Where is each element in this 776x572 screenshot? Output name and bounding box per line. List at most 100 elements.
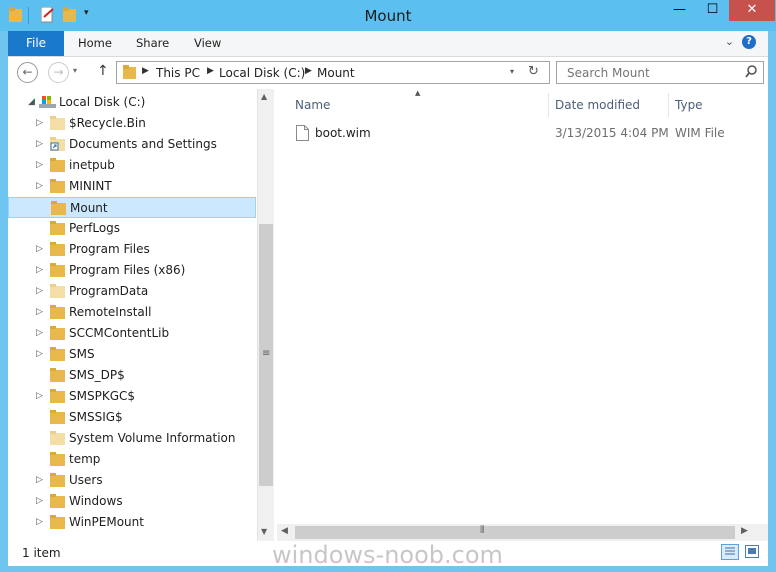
h-scroll-thumb[interactable]	[295, 526, 735, 539]
address-bar-row: ← → ▾ ↑ ▶ This PC ▶ Local Disk (C:) ▶ Mo…	[8, 57, 768, 89]
tree-item-label: SCCMContentLib	[69, 326, 170, 340]
tab-file[interactable]: File	[8, 31, 64, 56]
folder-icon	[50, 347, 66, 361]
scroll-down-icon[interactable]: ▼	[261, 527, 267, 536]
expand-arrow-icon[interactable]: ▷	[36, 470, 44, 491]
tree-item[interactable]: ▷ Windows	[8, 491, 256, 512]
title-bar[interactable]: ▾ Mount — ☐ ✕	[0, 0, 776, 31]
grip-icon: ≡	[262, 348, 271, 359]
breadcrumb-separator-icon[interactable]: ▶	[305, 66, 312, 76]
tree-item[interactable]: temp	[8, 449, 256, 470]
tree-item-label: System Volume Information	[69, 431, 236, 445]
expand-arrow-icon[interactable]: ▷	[36, 176, 44, 197]
expand-arrow-icon[interactable]: ▷	[36, 155, 44, 176]
close-button[interactable]: ✕	[729, 0, 775, 21]
chevron-down-icon[interactable]: ⌄	[725, 35, 734, 48]
breadcrumb-mount[interactable]: Mount	[317, 66, 355, 80]
tree-item[interactable]: ▷ Program Files (x86)	[8, 260, 256, 281]
folder-pale-icon	[50, 431, 66, 445]
folder-icon	[50, 158, 66, 172]
folder-icon	[50, 305, 66, 319]
expand-arrow-icon[interactable]: ▷	[36, 281, 44, 302]
column-separator[interactable]	[548, 93, 549, 117]
tree-item[interactable]: ▷ Users	[8, 470, 256, 491]
forward-button[interactable]: →	[48, 62, 69, 83]
breadcrumb-separator-icon[interactable]: ▶	[207, 66, 214, 76]
tree-item[interactable]: PerfLogs	[8, 218, 256, 239]
breadcrumb-this-pc[interactable]: This PC	[156, 66, 200, 80]
tree-item[interactable]: ▷ SMS	[8, 344, 256, 365]
horizontal-scrollbar[interactable]: ◀ ⦀ ▶	[277, 524, 768, 541]
expand-arrow-icon[interactable]: ▷	[36, 344, 44, 365]
folder-icon	[50, 452, 66, 466]
tab-view[interactable]: View	[194, 36, 221, 50]
tree-item-label: Program Files (x86)	[69, 263, 186, 277]
expand-arrow-icon[interactable]: ▷	[36, 260, 44, 281]
tree-item[interactable]: ▷ inetpub	[8, 155, 256, 176]
search-input[interactable]	[565, 65, 739, 81]
address-dropdown-icon[interactable]: ▾	[510, 67, 514, 76]
tab-home[interactable]: Home	[78, 36, 112, 50]
navigation-pane[interactable]: ◢ Local Disk (C:) ▷ $Recycle.Bin ▷ Document…	[8, 89, 257, 541]
tree-item[interactable]: ▷ MININT	[8, 176, 256, 197]
tree-item[interactable]: ▷ ProgramData	[8, 281, 256, 302]
collapse-arrow-icon[interactable]: ◢	[28, 92, 36, 113]
tree-item[interactable]: SMS_DP$	[8, 365, 256, 386]
search-box[interactable]	[556, 61, 764, 84]
expand-arrow-icon[interactable]: ▷	[36, 323, 44, 344]
tree-item[interactable]: ▷ SMSPKGC$	[8, 386, 256, 407]
folder-shortcut-icon	[50, 137, 66, 151]
tree-item-label: Program Files	[69, 242, 150, 256]
tree-item[interactable]: System Volume Information	[8, 428, 256, 449]
breadcrumb-separator-icon[interactable]: ▶	[142, 66, 149, 76]
folder-icon	[50, 242, 66, 256]
folder-icon	[50, 473, 66, 487]
tree-item[interactable]: Mount	[8, 197, 256, 218]
details-view-icon[interactable]	[721, 544, 739, 560]
tree-item-label: SMS	[69, 347, 95, 361]
column-header-type[interactable]: Type	[675, 93, 755, 117]
tree-item-label: Windows	[69, 494, 123, 508]
maximize-button[interactable]: ☐	[696, 0, 729, 21]
address-box[interactable]: ▶ This PC ▶ Local Disk (C:) ▶ Mount ▾ ↻	[116, 61, 550, 84]
breadcrumb-local-disk[interactable]: Local Disk (C:)	[219, 66, 305, 80]
back-button[interactable]: ←	[17, 62, 38, 83]
expand-arrow-icon[interactable]: ▷	[36, 512, 44, 533]
minimize-button[interactable]: —	[663, 0, 696, 21]
tree-item[interactable]: ▷ RemoteInstall	[8, 302, 256, 323]
folder-pale-icon	[50, 116, 66, 130]
folder-icon	[50, 326, 66, 340]
tree-item[interactable]: ▷ $Recycle.Bin	[8, 113, 256, 134]
recent-locations-icon[interactable]: ▾	[73, 66, 77, 75]
expand-arrow-icon[interactable]: ▷	[36, 113, 44, 134]
expand-arrow-icon[interactable]: ▷	[36, 134, 44, 155]
column-separator[interactable]	[668, 93, 669, 117]
up-arrow-icon[interactable]: ↑	[97, 63, 109, 79]
content-area: ◢ Local Disk (C:) ▷ $Recycle.Bin ▷ Document…	[8, 89, 768, 541]
tree-item[interactable]: ▷ SCCMContentLib	[8, 323, 256, 344]
tree-item[interactable]: ▷ WinPEMount	[8, 512, 256, 533]
file-row[interactable]: boot.wim 3/13/2015 4:04 PM WIM File	[295, 123, 735, 145]
file-list-pane[interactable]: ▲ Name Date modified Type boot.wim 3/13/…	[277, 89, 768, 541]
scroll-up-icon[interactable]: ▲	[261, 92, 267, 101]
column-header-date[interactable]: Date modified	[555, 93, 667, 117]
refresh-icon[interactable]: ↻	[528, 64, 539, 79]
tab-share[interactable]: Share	[136, 36, 169, 50]
nav-scrollbar[interactable]: ▲ ≡ ▼	[257, 89, 274, 541]
expand-arrow-icon[interactable]: ▷	[36, 302, 44, 323]
scroll-right-icon[interactable]: ▶	[741, 526, 748, 536]
tree-root-local-disk[interactable]: ◢ Local Disk (C:)	[8, 92, 256, 113]
tree-item-label: RemoteInstall	[69, 305, 152, 319]
expand-arrow-icon[interactable]: ▷	[36, 386, 44, 407]
large-icons-view-icon[interactable]	[745, 545, 759, 561]
help-icon[interactable]: ?	[742, 35, 756, 49]
expand-arrow-icon[interactable]: ▷	[36, 491, 44, 512]
tree-item-label: PerfLogs	[69, 221, 121, 235]
expand-arrow-icon[interactable]: ▷	[36, 239, 44, 260]
search-icon[interactable]	[745, 65, 757, 81]
tree-item[interactable]: SMSSIG$	[8, 407, 256, 428]
column-header-name[interactable]: Name	[295, 93, 547, 117]
tree-item[interactable]: ▷ Documents and Settings	[8, 134, 256, 155]
scroll-left-icon[interactable]: ◀	[281, 526, 288, 536]
tree-item[interactable]: ▷ Program Files	[8, 239, 256, 260]
